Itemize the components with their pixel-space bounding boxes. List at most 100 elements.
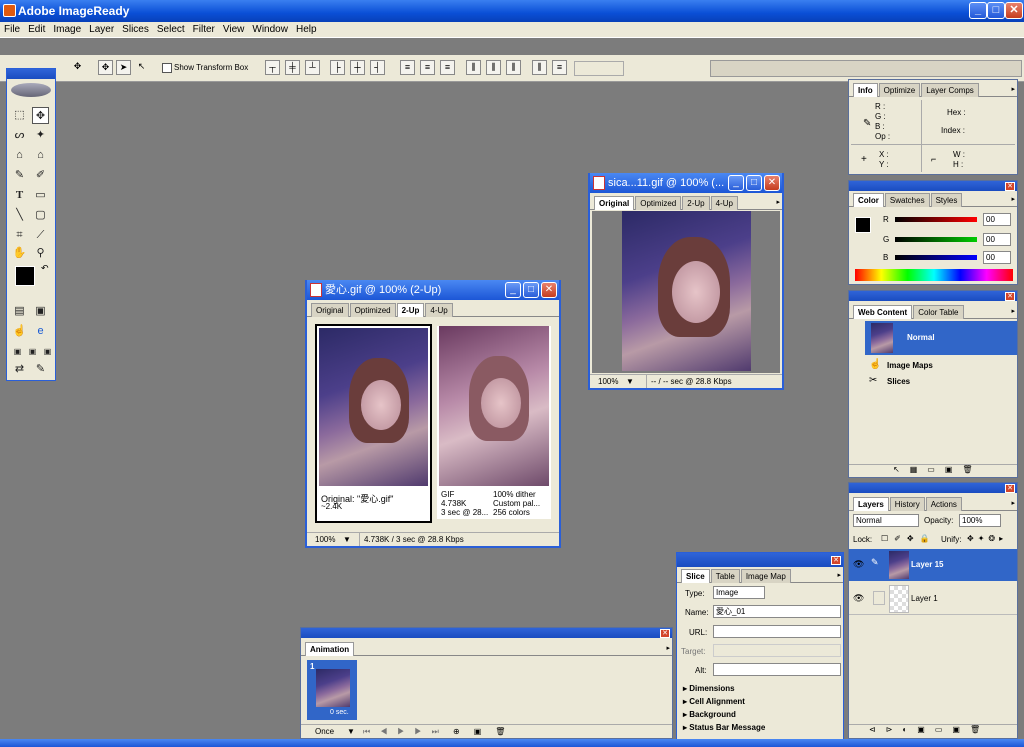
menu-view[interactable]: View: [219, 22, 249, 37]
new-layer-icon[interactable]: ▣: [952, 725, 970, 734]
web-panel-close[interactable]: ✕: [1005, 292, 1015, 301]
image-maps-item[interactable]: Image Maps: [887, 361, 933, 370]
distribute-spacing-select[interactable]: [574, 61, 624, 76]
layers-panel-close[interactable]: ✕: [1005, 484, 1015, 493]
menu-image[interactable]: Image: [49, 22, 85, 37]
doc1-zoom[interactable]: 100%: [315, 533, 335, 546]
doc2-maximize-button[interactable]: □: [746, 175, 762, 191]
slice-tool-icon[interactable]: ⌂: [11, 147, 28, 164]
align-top-icon[interactable]: ┬: [265, 60, 280, 75]
doc2-minimize-button[interactable]: _: [728, 175, 744, 191]
move-tool-icon[interactable]: ✥: [70, 60, 85, 75]
doc2-canvas[interactable]: [592, 211, 780, 373]
menu-file[interactable]: File: [0, 22, 24, 37]
tab-styles[interactable]: Styles: [930, 193, 963, 207]
align-left-icon[interactable]: ├: [330, 60, 345, 75]
tab-color[interactable]: Color: [853, 193, 884, 207]
menu-layer[interactable]: Layer: [85, 22, 118, 37]
slice-name-input[interactable]: 愛心_01: [713, 605, 841, 618]
doc2-status[interactable]: -- / -- sec @ 28.8 Kbps: [646, 375, 732, 388]
loop-dropdown-icon[interactable]: ▼: [347, 725, 355, 738]
slice-select-icon[interactable]: ⌂: [32, 147, 49, 164]
tab-web-content[interactable]: Web Content: [853, 305, 913, 319]
layer-name[interactable]: Layer 15: [911, 560, 943, 569]
doc2-zoom[interactable]: 100%: [598, 375, 618, 388]
doc1-status[interactable]: 4.738K / 3 sec @ 28.8 Kbps: [359, 533, 464, 546]
foreground-color-swatch[interactable]: [15, 266, 35, 286]
adjust-icon[interactable]: ◐: [902, 725, 917, 734]
distribute-top-icon[interactable]: ≡: [400, 60, 415, 75]
jump-to-photoshop-icon[interactable]: ⇄: [11, 361, 28, 378]
zoom-tool-icon[interactable]: ⚲: [32, 245, 49, 262]
slices-item[interactable]: Slices: [887, 377, 910, 386]
panel-menu-icon[interactable]: ▸: [666, 644, 670, 652]
doc2-scroll-right-icon[interactable]: ▸: [776, 198, 780, 206]
slice-alt-input[interactable]: [713, 663, 841, 676]
layer-select-icon[interactable]: ✥: [98, 60, 113, 75]
magic-wand-icon[interactable]: ✦: [32, 127, 49, 144]
animation-frame[interactable]: 1 0 sec.: [307, 660, 357, 720]
tab-original[interactable]: Original: [311, 303, 349, 317]
layer-row[interactable]: 👁 Layer 1: [849, 583, 1017, 615]
maximize-button[interactable]: □: [987, 2, 1005, 19]
tab-history[interactable]: History: [889, 497, 925, 511]
tab-image-map[interactable]: Image Map: [740, 569, 791, 583]
table-icon[interactable]: ▦: [910, 465, 928, 474]
web-item-normal[interactable]: Normal: [865, 321, 1017, 355]
tab-optimize[interactable]: Optimize: [878, 83, 921, 97]
show-transform-checkbox[interactable]: [162, 63, 172, 73]
minimize-button[interactable]: _: [969, 2, 987, 19]
move-tool-icon[interactable]: ✥: [32, 107, 49, 124]
menu-window[interactable]: Window: [248, 22, 292, 37]
unify-icons[interactable]: ✥✦❂▸: [967, 534, 1007, 543]
visibility-eye-icon[interactable]: 👁: [853, 559, 864, 570]
panel-menu-icon[interactable]: ▸: [1011, 307, 1015, 315]
align-bottom-icon[interactable]: ┴: [305, 60, 320, 75]
doc2-close-button[interactable]: ✕: [764, 175, 780, 191]
line-tool-icon[interactable]: ╲: [11, 207, 28, 224]
link-icon[interactable]: ⊲: [869, 725, 886, 734]
b-value[interactable]: 00: [983, 251, 1011, 264]
b-slider[interactable]: [895, 255, 977, 260]
rounded-rect-icon[interactable]: ▢: [32, 207, 49, 224]
marquee-tool-icon[interactable]: ⬚: [11, 107, 28, 124]
zoom-dropdown-icon[interactable]: ▼: [343, 533, 351, 546]
menu-filter[interactable]: Filter: [189, 22, 219, 37]
playback-controls[interactable]: ⏮◀▶▶⏭: [363, 725, 449, 738]
rectangle-tool-icon[interactable]: ▭: [32, 187, 49, 204]
new-icon[interactable]: ▣: [945, 465, 963, 474]
optimized-pane[interactable]: GIF 4.738K 3 sec @ 28... 100% dither Cus…: [437, 326, 551, 519]
toggle-slice-visibility-icon[interactable]: ▤: [11, 303, 28, 320]
doc1-maximize-button[interactable]: □: [523, 282, 539, 298]
section-dimensions[interactable]: ▸ Dimensions: [683, 684, 735, 693]
tab-color-table[interactable]: Color Table: [913, 305, 964, 319]
animation-panel-close[interactable]: ✕: [660, 629, 670, 638]
section-cell-alignment[interactable]: ▸ Cell Alignment: [683, 697, 745, 706]
lasso-tool-icon[interactable]: ᔕ: [11, 127, 28, 144]
panel-menu-icon[interactable]: ▸: [1011, 85, 1015, 93]
style-icon[interactable]: ⊳: [886, 725, 903, 734]
align-hcenter-icon[interactable]: ┼: [350, 60, 365, 75]
tab-slice[interactable]: Slice: [681, 569, 710, 583]
zoom-dropdown-icon[interactable]: ▼: [626, 375, 634, 388]
folder-icon[interactable]: ▭: [935, 725, 953, 734]
opacity-input[interactable]: 100%: [959, 514, 1001, 527]
tab-swatches[interactable]: Swatches: [884, 193, 930, 207]
brush-tool-icon[interactable]: ✎: [11, 167, 28, 184]
layer-row[interactable]: 👁 ✎ Layer 15: [849, 549, 1017, 581]
loop-select[interactable]: Once: [315, 725, 334, 738]
r-value[interactable]: 00: [983, 213, 1011, 226]
layer-name[interactable]: Layer 1: [911, 594, 938, 603]
close-button[interactable]: ✕: [1005, 2, 1023, 19]
tab-info[interactable]: Info: [853, 83, 878, 97]
color-ramp[interactable]: [855, 269, 1013, 281]
color-panel-close[interactable]: ✕: [1005, 182, 1015, 191]
frame-controls[interactable]: ⊕▣🗑: [453, 725, 519, 738]
lock-icons[interactable]: ☐✐✥🔒: [881, 534, 936, 543]
tab-optimized[interactable]: Optimized: [349, 303, 396, 317]
menu-slices[interactable]: Slices: [118, 22, 153, 37]
tab-animation[interactable]: Animation: [305, 642, 355, 656]
distribute-vcenter-icon[interactable]: ≡: [420, 60, 435, 75]
g-slider[interactable]: [895, 237, 977, 242]
doc1-close-button[interactable]: ✕: [541, 282, 557, 298]
